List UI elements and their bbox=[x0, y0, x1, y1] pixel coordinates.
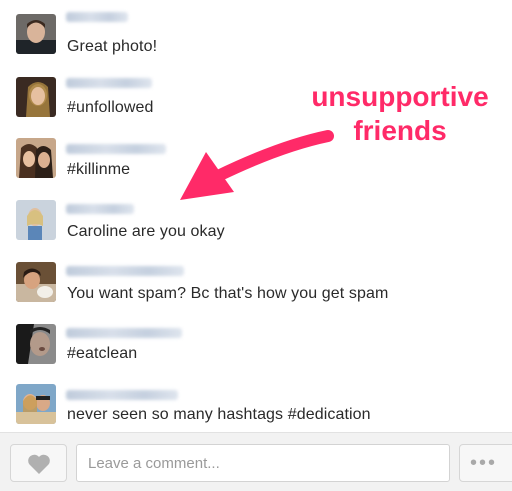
user-avatar[interactable] bbox=[16, 384, 56, 424]
comment-item: #eatclean bbox=[0, 320, 512, 380]
comment-input[interactable] bbox=[76, 444, 450, 482]
user-avatar[interactable] bbox=[16, 77, 56, 117]
username-blurred[interactable] bbox=[66, 12, 128, 22]
comment-text: #eatclean bbox=[67, 345, 138, 362]
comment-text: never seen so many hashtags #dedication bbox=[67, 406, 371, 423]
user-avatar[interactable] bbox=[16, 324, 56, 364]
annotation-arrow-icon bbox=[180, 130, 334, 200]
heart-icon bbox=[28, 454, 50, 474]
username-blurred[interactable] bbox=[66, 266, 184, 276]
user-avatar[interactable] bbox=[16, 200, 56, 240]
comment-bar: ••• bbox=[0, 432, 512, 491]
username-blurred[interactable] bbox=[66, 144, 166, 154]
annotation-line-1: unsupportive bbox=[311, 81, 489, 112]
like-button[interactable] bbox=[10, 444, 67, 482]
comment-item: never seen so many hashtags #dedication bbox=[0, 380, 512, 440]
ellipsis-icon: ••• bbox=[470, 452, 498, 474]
more-options-button[interactable]: ••• bbox=[459, 444, 512, 482]
user-avatar[interactable] bbox=[16, 14, 56, 54]
comment-text: #killinme bbox=[67, 161, 131, 178]
comment-item: You want spam? Bc that's how you get spa… bbox=[0, 258, 512, 318]
comment-item: Great photo! bbox=[0, 10, 512, 70]
user-avatar[interactable] bbox=[16, 138, 56, 178]
user-avatar[interactable] bbox=[16, 262, 56, 302]
comment-text: Caroline are you okay bbox=[67, 223, 225, 240]
username-blurred[interactable] bbox=[66, 390, 178, 400]
username-blurred[interactable] bbox=[66, 204, 134, 214]
comment-feed: Great photo! #unfollowed #killinme Carol… bbox=[0, 0, 512, 438]
comment-text: #unfollowed bbox=[67, 99, 154, 116]
comment-text: You want spam? Bc that's how you get spa… bbox=[67, 285, 389, 302]
username-blurred[interactable] bbox=[66, 328, 182, 338]
comment-text: Great photo! bbox=[67, 38, 158, 55]
username-blurred[interactable] bbox=[66, 78, 152, 88]
